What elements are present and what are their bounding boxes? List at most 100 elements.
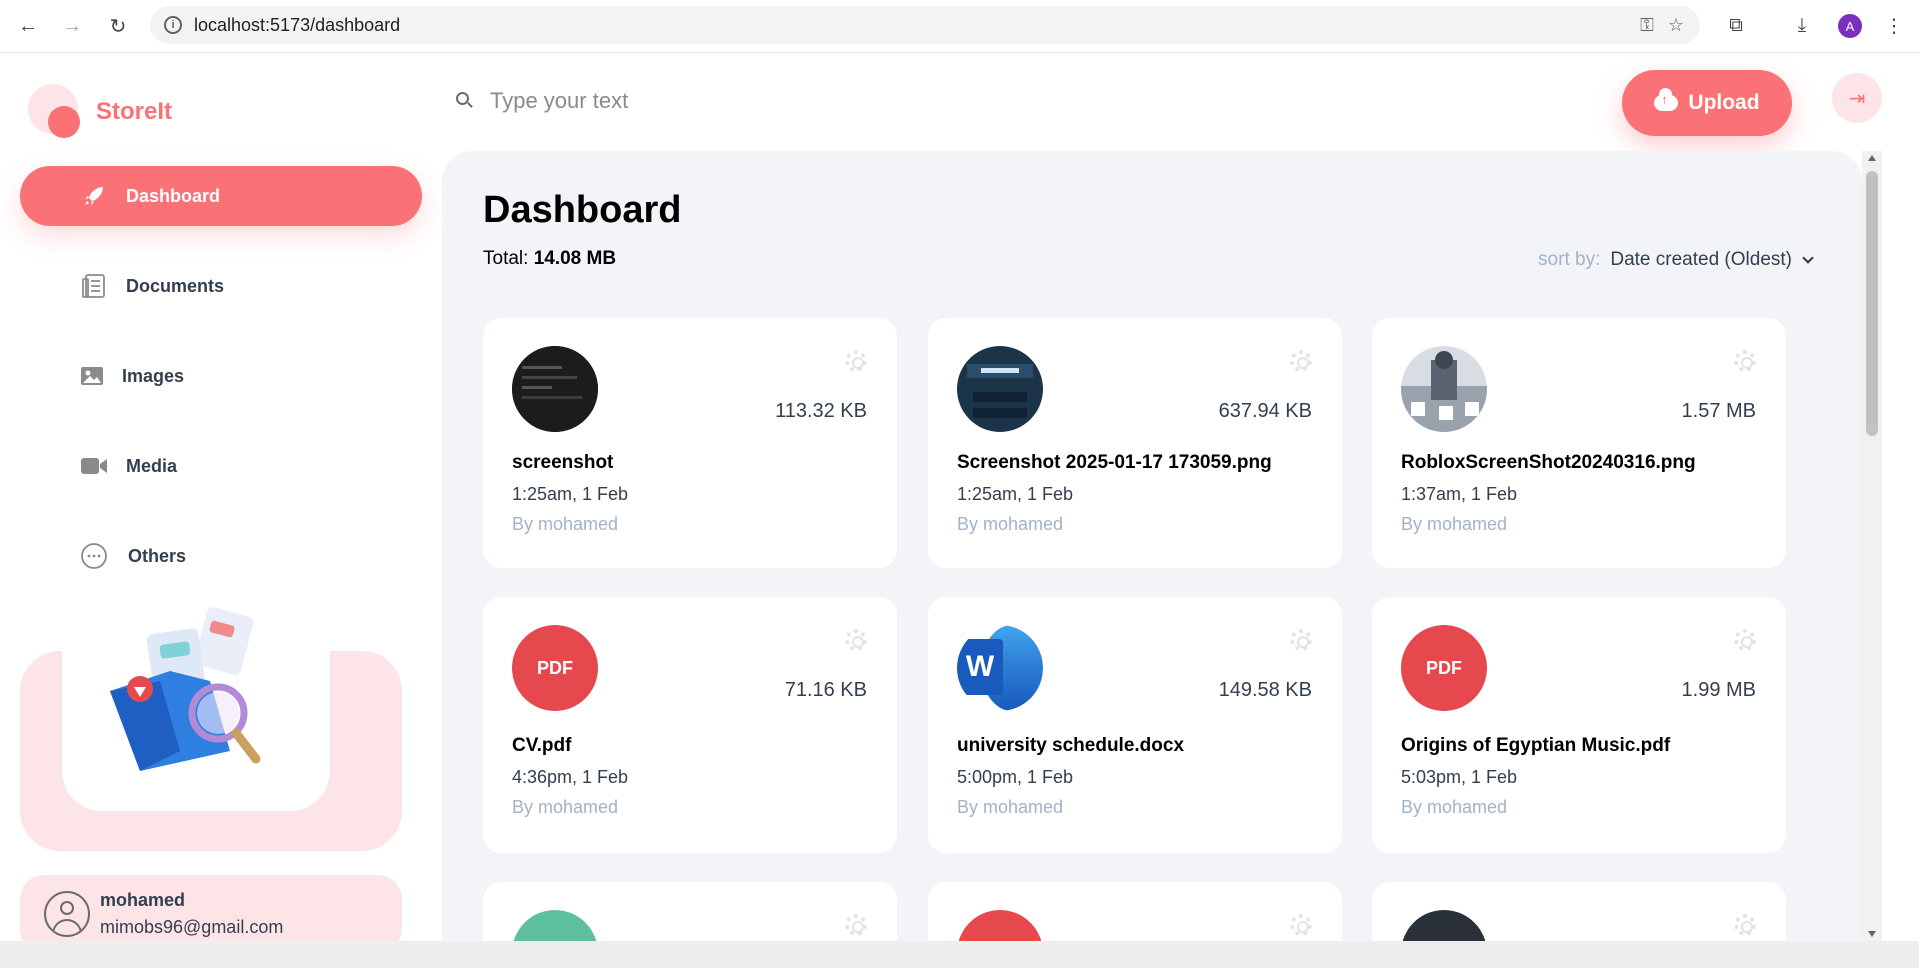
- main-content: Dashboard Total: 14.08 MB sort by: Date …: [442, 151, 1862, 941]
- file-owner: By mohamed: [512, 514, 619, 534]
- sidebar-item-documents[interactable]: Documents: [20, 256, 422, 316]
- scroll-down-arrow[interactable]: [1868, 931, 1876, 937]
- file-owner: By mohamed: [1401, 514, 1508, 534]
- sidebar-item-media[interactable]: Media: [20, 436, 422, 496]
- logout-button[interactable]: ⇥: [1832, 73, 1882, 123]
- document-icon: [80, 272, 108, 300]
- extensions-icon[interactable]: ⧉: [1722, 12, 1750, 40]
- file-owner: By mohamed: [957, 797, 1064, 817]
- window-bottom-edge: [0, 941, 1919, 968]
- reload-icon[interactable]: ↻: [104, 12, 132, 40]
- avatar: [44, 891, 90, 937]
- url-text[interactable]: localhost:5173/dashboard: [194, 15, 400, 36]
- file-name: Screenshot 2025-01-17 173059.png: [957, 452, 1272, 473]
- file-card[interactable]: [1372, 882, 1786, 941]
- video-icon: [80, 452, 108, 480]
- file-owner: By mohamed: [957, 514, 1064, 534]
- file-card[interactable]: 637.94 KB Screenshot 2025-01-17 173059.p…: [928, 318, 1342, 568]
- search-bar[interactable]: [456, 88, 1090, 114]
- file-size: 71.16 KB: [784, 679, 867, 701]
- scroll-up-arrow[interactable]: [1868, 155, 1876, 161]
- file-actions-icon[interactable]: [1290, 914, 1312, 936]
- word-badge: W: [957, 639, 1003, 695]
- logo[interactable]: StoreIt: [28, 84, 172, 140]
- browser-toolbar: ← → ↻ i localhost:5173/dashboard ⚿ ☆ ⧉ ⤓…: [0, 0, 1919, 53]
- image-icon: [78, 362, 106, 390]
- file-name: Origins of Egyptian Music.pdf: [1401, 735, 1671, 756]
- file-thumbnail: [957, 910, 1043, 941]
- file-date: 4:36pm, 1 Feb: [512, 767, 629, 787]
- folder-illustration: [110, 607, 261, 771]
- file-size: 637.94 KB: [1218, 400, 1312, 422]
- file-card[interactable]: PDF 1.99 MB Origins of Egyptian Music.pd…: [1372, 597, 1786, 853]
- file-actions-icon[interactable]: [1290, 350, 1312, 372]
- file-card[interactable]: [483, 882, 897, 941]
- scrollbar[interactable]: [1862, 151, 1882, 941]
- file-name: RobloxScreenShot20240316.png: [1401, 452, 1696, 473]
- download-icon[interactable]: ⤓: [1788, 12, 1816, 40]
- file-date: 1:25am, 1 Feb: [957, 484, 1074, 504]
- file-name: university schedule.docx: [957, 735, 1185, 756]
- profile-avatar[interactable]: A: [1836, 12, 1864, 40]
- search-input[interactable]: [490, 88, 1090, 114]
- file-card[interactable]: W 149.58 KB university schedule.docx 5:0…: [928, 597, 1342, 853]
- sort-select[interactable]: sort by: Date created (Oldest): [1538, 249, 1814, 271]
- address-bar[interactable]: i localhost:5173/dashboard ⚿ ☆: [150, 6, 1700, 44]
- upload-button[interactable]: Upload: [1622, 70, 1792, 136]
- file-thumbnail: [957, 346, 1043, 432]
- file-date: 1:37am, 1 Feb: [1401, 484, 1518, 504]
- sidebar-item-dashboard[interactable]: Dashboard: [20, 166, 422, 226]
- forward-icon[interactable]: →: [58, 12, 86, 40]
- upload-label: Upload: [1688, 91, 1760, 114]
- page-title: Dashboard: [483, 189, 682, 231]
- file-actions-icon[interactable]: [845, 914, 867, 936]
- scroll-thumb[interactable]: [1866, 171, 1878, 436]
- rocket-icon: [80, 182, 108, 210]
- file-date: 5:00pm, 1 Feb: [957, 767, 1074, 787]
- file-name: CV.pdf: [512, 735, 572, 756]
- file-actions-icon[interactable]: [1734, 629, 1756, 651]
- file-size: 1.57 MB: [1681, 400, 1756, 422]
- file-actions-icon[interactable]: [1734, 914, 1756, 936]
- sidebar-illustration: [20, 607, 402, 851]
- pdf-icon: PDF: [512, 625, 598, 711]
- sort-value: Date created (Oldest): [1610, 249, 1792, 270]
- file-card[interactable]: [928, 882, 1342, 941]
- menu-icon[interactable]: ⋮: [1880, 12, 1908, 40]
- file-thumbnail: [512, 346, 598, 432]
- key-icon[interactable]: ⚿: [1640, 15, 1654, 36]
- chevron-down-icon: [1802, 252, 1814, 264]
- sort-label: sort by:: [1538, 249, 1601, 270]
- word-icon: W: [957, 625, 1043, 711]
- file-actions-icon[interactable]: [1734, 350, 1756, 372]
- site-info-icon[interactable]: i: [164, 16, 182, 34]
- file-thumbnail: [1401, 910, 1487, 941]
- logo-text: StoreIt: [96, 98, 173, 125]
- total-size: Total: 14.08 MB: [483, 248, 616, 270]
- sidebar-item-label: Dashboard: [126, 185, 221, 206]
- logout-icon: ⇥: [1848, 87, 1866, 110]
- sidebar-item-label: Others: [128, 545, 187, 566]
- file-size: 113.32 KB: [775, 400, 867, 422]
- total-value: 14.08 MB: [533, 248, 617, 269]
- file-actions-icon[interactable]: [845, 629, 867, 651]
- file-actions-icon[interactable]: [1290, 629, 1312, 651]
- back-icon[interactable]: ←: [14, 12, 42, 40]
- cloud-upload-icon: [1654, 88, 1679, 111]
- user-email: mimobs96@gmail.com: [100, 917, 284, 937]
- file-thumbnail: [1401, 346, 1487, 432]
- total-label: Total:: [483, 248, 529, 269]
- sidebar-item-others[interactable]: Others: [20, 526, 422, 586]
- sidebar-item-label: Documents: [126, 275, 225, 296]
- more-icon: [80, 542, 108, 570]
- file-thumbnail: [512, 910, 598, 941]
- star-icon[interactable]: ☆: [1668, 15, 1684, 36]
- sidebar: StoreIt Dashboard Documents Images Media…: [0, 54, 440, 968]
- sidebar-item-images[interactable]: Images: [20, 346, 422, 406]
- file-card[interactable]: 1.57 MB RobloxScreenShot20240316.png 1:3…: [1372, 318, 1786, 568]
- file-name: screenshot: [512, 452, 614, 473]
- file-actions-icon[interactable]: [845, 350, 867, 372]
- file-card[interactable]: PDF 71.16 KB CV.pdf 4:36pm, 1 Feb By moh…: [483, 597, 897, 853]
- sidebar-item-label: Images: [122, 365, 185, 386]
- file-card[interactable]: 113.32 KB screenshot 1:25am, 1 Feb By mo…: [483, 318, 897, 568]
